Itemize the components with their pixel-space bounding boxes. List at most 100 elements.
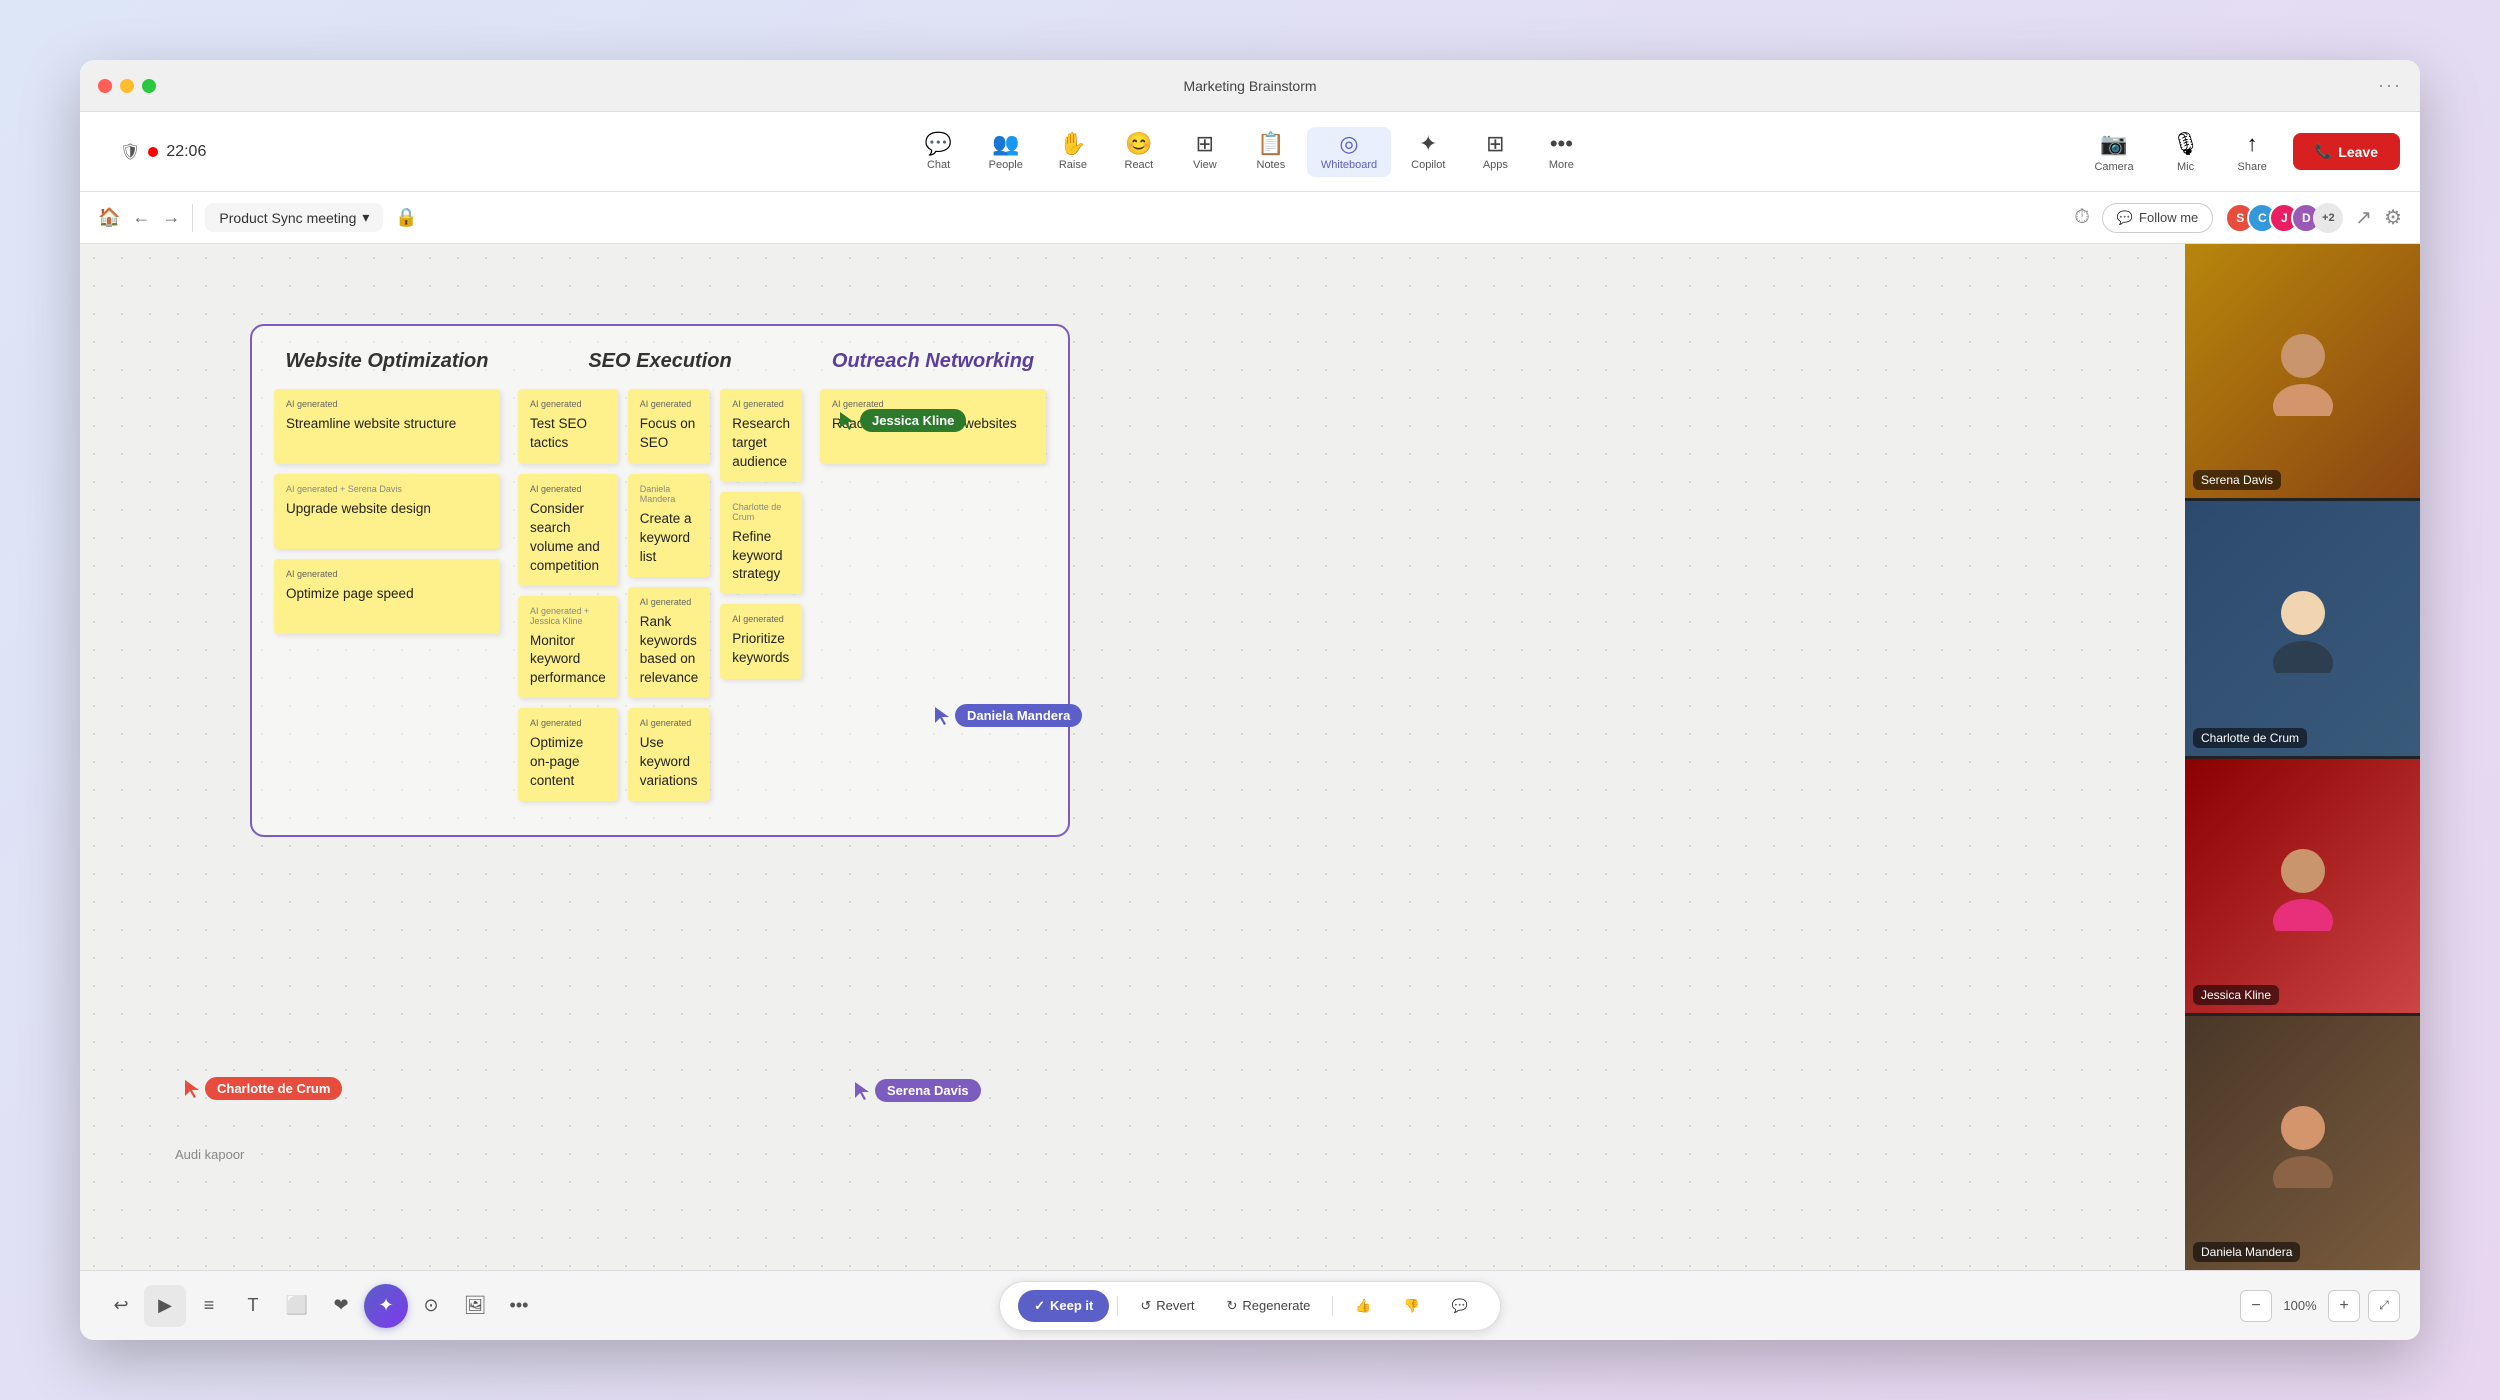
- note-text: Optimize on-page content: [530, 734, 606, 791]
- toolbar-more[interactable]: ••• More: [1531, 127, 1591, 177]
- note-text: Use keyword variations: [640, 734, 699, 791]
- toolbar-raise[interactable]: ✋ Raise: [1043, 127, 1103, 177]
- whiteboard-canvas[interactable]: Website Optimization AI generated Stream…: [80, 244, 2185, 1270]
- forward-icon[interactable]: →: [162, 207, 180, 228]
- settings-icon[interactable]: ⚙: [2384, 205, 2402, 230]
- video-name-serena: Serena Davis: [2193, 470, 2281, 490]
- text-tool-button[interactable]: T: [232, 1285, 274, 1327]
- mic-button[interactable]: 🎙 Mic: [2160, 125, 2212, 179]
- window-title: Marketing Brainstorm: [1183, 78, 1316, 94]
- thumbs-up-button[interactable]: 👍: [1341, 1290, 1385, 1322]
- column-outreach: Outreach Networking AI generated Reach o…: [820, 350, 1046, 811]
- note-focus-seo[interactable]: AI generated Focus on SEO: [628, 389, 711, 464]
- video-tile-daniela[interactable]: Daniela Mandera: [2185, 1016, 2420, 1270]
- toolbar-chat[interactable]: 💬 Chat: [909, 127, 969, 177]
- note-optimize-page[interactable]: AI generated Optimize on-page content: [518, 708, 618, 801]
- note-optimize-speed[interactable]: AI generated Optimize page speed: [274, 559, 500, 634]
- mic-icon: 🎙: [2172, 131, 2200, 157]
- image-tool-button[interactable]: 🖼: [454, 1285, 496, 1327]
- regenerate-button[interactable]: ↻ Regenerate: [1213, 1290, 1325, 1322]
- toolbar-view[interactable]: ⊞ View: [1175, 127, 1235, 177]
- align-tool-button[interactable]: ≡: [188, 1285, 230, 1327]
- bottom-toolbar: ↩ ▶ ≡ T ⬜ ❤ ✦ ⊙ 🖼 ••• ✓ Keep it ↺ Revert: [80, 1270, 2420, 1340]
- avatar-overflow-count[interactable]: +2: [2313, 203, 2343, 233]
- note-use-keyword-var[interactable]: AI generated Use keyword variations: [628, 708, 711, 801]
- undo-button[interactable]: ↩: [100, 1285, 142, 1327]
- note-streamline[interactable]: AI generated Streamline website structur…: [274, 389, 500, 464]
- keep-it-button[interactable]: ✓ Keep it: [1018, 1290, 1109, 1322]
- video-tile-charlotte[interactable]: Charlotte de Crum: [2185, 501, 2420, 755]
- cursor-tool-button[interactable]: ▶: [144, 1285, 186, 1327]
- copilot-fab-button[interactable]: ✦: [364, 1284, 408, 1328]
- note-monitor-keywords[interactable]: AI generated + Jessica Kline Monitor key…: [518, 596, 618, 699]
- view-label: View: [1193, 159, 1217, 171]
- share-link-icon[interactable]: ↗: [2355, 205, 2372, 230]
- view-icon: ⊞: [1196, 133, 1214, 155]
- note-test-seo[interactable]: AI generated Test SEO tactics: [518, 389, 618, 464]
- toolbar-copilot[interactable]: ✦ Copilot: [1397, 127, 1459, 177]
- revert-button[interactable]: ↺ Revert: [1126, 1290, 1208, 1322]
- share-button[interactable]: ↑ Share: [2226, 125, 2279, 179]
- leave-label: Leave: [2338, 144, 2378, 160]
- note-text: Focus on SEO: [640, 415, 699, 453]
- back-icon[interactable]: ←: [132, 207, 150, 228]
- camera-button[interactable]: 📷 Camera: [2082, 125, 2145, 179]
- sticky-tool-button[interactable]: ⬜: [276, 1285, 318, 1327]
- heart-tool-button[interactable]: ❤: [320, 1285, 362, 1327]
- toolbar-whiteboard[interactable]: ◎ Whiteboard: [1307, 127, 1391, 177]
- note-tag: AI generated: [640, 597, 699, 607]
- toolbar-notes[interactable]: 📋 Notes: [1241, 127, 1301, 177]
- note-consider-search[interactable]: AI generated Consider search volume and …: [518, 474, 618, 586]
- maximize-button[interactable]: [142, 79, 156, 93]
- note-text: Streamline website structure: [286, 415, 488, 434]
- close-button[interactable]: [98, 79, 112, 93]
- feedback-button[interactable]: 💬: [1438, 1290, 1482, 1322]
- note-reach-out[interactable]: AI generated Reach out to relevant websi…: [820, 389, 1046, 464]
- note-rank-keywords[interactable]: AI generated Rank keywords based on rele…: [628, 587, 711, 699]
- zoom-in-button[interactable]: +: [2328, 1290, 2360, 1322]
- whiteboard-icon: ◎: [1339, 133, 1358, 155]
- video-tile-jessica[interactable]: Jessica Kline: [2185, 759, 2420, 1013]
- follow-me-button[interactable]: 💬 Follow me: [2102, 203, 2213, 233]
- notes-label: Notes: [1257, 159, 1286, 171]
- note-tag: AI generated: [640, 718, 699, 728]
- dropdown-chevron-icon: ▾: [362, 209, 369, 226]
- cursor-name-serena: Serena Davis: [875, 1079, 981, 1102]
- note-research-target[interactable]: AI generated Research target audience: [720, 389, 802, 482]
- note-prioritize[interactable]: AI generated Prioritize keywords: [720, 604, 802, 679]
- home-icon[interactable]: 🏠: [98, 207, 120, 228]
- note-create-keyword[interactable]: Daniela Mandera Create a keyword list: [628, 474, 711, 577]
- regenerate-icon: ↻: [1227, 1298, 1238, 1314]
- toolbar-apps[interactable]: ⊞ Apps: [1465, 127, 1525, 177]
- note-refine-keyword[interactable]: Charlotte de Crum Refine keyword strateg…: [720, 492, 802, 595]
- link-tool-button[interactable]: ⊙: [410, 1285, 452, 1327]
- note-text: Rank keywords based on relevance: [640, 613, 699, 689]
- zoom-out-button[interactable]: −: [2240, 1290, 2272, 1322]
- video-person-jessica: [2185, 759, 2420, 1013]
- bubble-icon: 💬: [2117, 210, 2133, 226]
- whiteboard-label: Whiteboard: [1321, 159, 1377, 171]
- cursor-name-charlotte: Charlotte de Crum: [205, 1077, 342, 1100]
- window-more-icon[interactable]: ···: [2378, 75, 2402, 96]
- minimize-button[interactable]: [120, 79, 134, 93]
- camera-label: Camera: [2094, 161, 2133, 173]
- toolbar-people[interactable]: 👥 People: [975, 127, 1037, 177]
- lock-icon[interactable]: 🔒: [395, 207, 417, 228]
- more-label: More: [1549, 159, 1574, 171]
- more-tools-button[interactable]: •••: [498, 1285, 540, 1327]
- thumbs-down-button[interactable]: 👎: [1390, 1290, 1434, 1322]
- fit-screen-button[interactable]: ⤢: [2368, 1290, 2400, 1322]
- recording-time: 22:06: [166, 143, 206, 161]
- meeting-title-selector[interactable]: Product Sync meeting ▾: [205, 203, 383, 232]
- leave-button[interactable]: 📞 Leave: [2293, 133, 2400, 170]
- leave-phone-icon: 📞: [2315, 143, 2332, 160]
- note-text: Optimize page speed: [286, 585, 488, 604]
- toolbar-react[interactable]: 😊 React: [1109, 127, 1169, 177]
- note-text: Consider search volume and competition: [530, 500, 606, 576]
- note-text: Monitor keyword performance: [530, 632, 606, 689]
- zoom-controls: − 100% + ⤢: [2240, 1290, 2400, 1322]
- note-upgrade[interactable]: AI generated + Serena Davis Upgrade webs…: [274, 474, 500, 549]
- video-tile-serena[interactable]: Serena Davis: [2185, 244, 2420, 498]
- copilot-fab-icon: ✦: [378, 1295, 393, 1316]
- raise-icon: ✋: [1059, 133, 1086, 155]
